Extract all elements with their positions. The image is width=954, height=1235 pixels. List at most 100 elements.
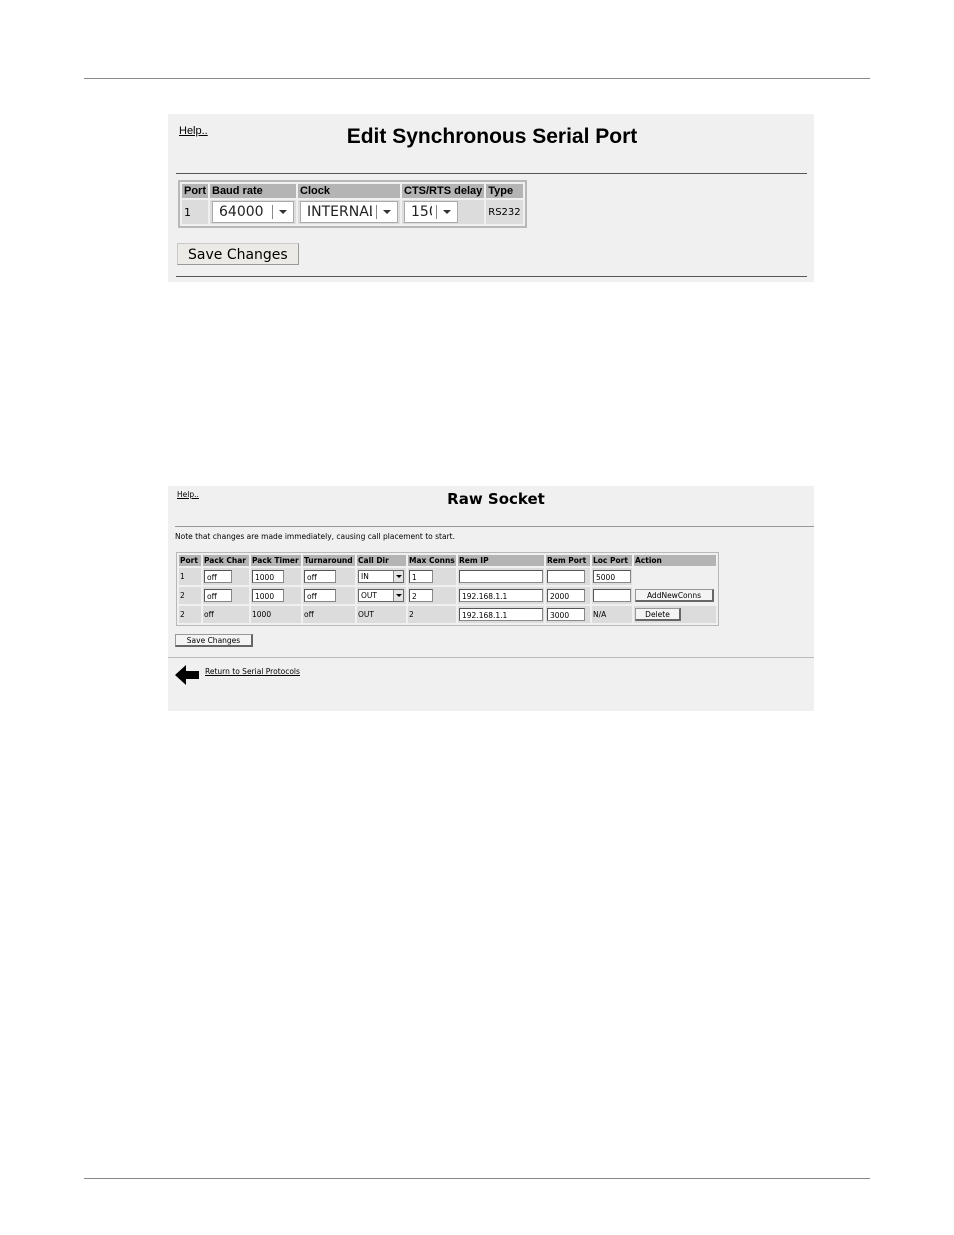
call-dir-cell: IN bbox=[357, 568, 406, 585]
rem-port-cell: 2000 bbox=[546, 587, 590, 604]
loc-port-input[interactable] bbox=[593, 589, 631, 602]
add-new-conns-button[interactable]: AddNewConns bbox=[635, 589, 714, 602]
chevron-down-icon bbox=[383, 210, 391, 214]
pack-char-cell: off bbox=[203, 587, 249, 604]
divider bbox=[168, 657, 814, 658]
baud-rate-value: 64000 bbox=[219, 204, 264, 220]
pack-timer-cell: 1000 bbox=[251, 606, 301, 623]
call-dir-value: IN bbox=[361, 572, 369, 581]
port-cell: 1 bbox=[179, 568, 201, 585]
rem-port-input[interactable]: 3000 bbox=[547, 608, 585, 621]
col-clock: Clock bbox=[298, 184, 400, 198]
col-pack-char: Pack Char bbox=[203, 555, 249, 566]
clock-select[interactable]: INTERNAL bbox=[300, 201, 398, 223]
col-loc-port: Loc Port bbox=[592, 555, 632, 566]
action-cell: Delete bbox=[634, 606, 716, 623]
baud-rate-select[interactable]: 64000 bbox=[212, 201, 294, 223]
delete-button[interactable]: Delete bbox=[635, 608, 681, 621]
col-max-conns: Max Conns bbox=[408, 555, 456, 566]
dropdown-button bbox=[393, 571, 403, 582]
pack-timer-input[interactable]: 1000 bbox=[252, 589, 284, 602]
chevron-down-icon bbox=[279, 210, 287, 214]
top-rule bbox=[84, 78, 870, 79]
pack-timer-cell: 1000 bbox=[251, 568, 301, 585]
col-baud-rate: Baud rate bbox=[210, 184, 296, 198]
chevron-down-icon bbox=[443, 210, 451, 214]
cts-rts-delay-value: 150 bbox=[411, 204, 432, 220]
col-port: Port bbox=[179, 555, 201, 566]
rem-ip-input[interactable]: 192.168.1.1 bbox=[459, 589, 543, 602]
col-port: Port bbox=[182, 184, 208, 198]
rem-ip-cell: 192.168.1.1 bbox=[458, 606, 544, 623]
action-cell bbox=[634, 568, 716, 585]
call-dir-cell: OUT bbox=[357, 606, 406, 623]
bottom-rule bbox=[84, 1178, 870, 1179]
save-changes-button[interactable]: Save Changes bbox=[177, 243, 299, 265]
max-conns-cell: 2 bbox=[408, 606, 456, 623]
port-cell: 2 bbox=[179, 587, 201, 604]
rem-ip-input[interactable] bbox=[459, 570, 543, 583]
save-changes-button[interactable]: Save Changes bbox=[175, 634, 253, 647]
serial-port-table: Port Baud rate Clock CTS/RTS delay Type … bbox=[178, 180, 527, 228]
table-row: 1 off 1000 off IN 1 5000 bbox=[179, 568, 716, 585]
max-conns-cell: 2 bbox=[408, 587, 456, 604]
col-pack-timer: Pack Timer bbox=[251, 555, 301, 566]
turnaround-cell: off bbox=[303, 606, 355, 623]
rem-ip-input[interactable]: 192.168.1.1 bbox=[459, 608, 543, 621]
cts-rts-delay-select[interactable]: 150 bbox=[404, 201, 458, 223]
rem-port-input[interactable] bbox=[547, 570, 585, 583]
clock-cell: INTERNAL bbox=[298, 200, 400, 224]
chevron-down-icon bbox=[395, 594, 402, 597]
dropdown-button bbox=[393, 590, 403, 601]
max-conns-input[interactable]: 1 bbox=[409, 570, 433, 583]
page-title: Raw Socket bbox=[447, 490, 545, 508]
divider bbox=[176, 173, 807, 174]
pack-char-input[interactable]: off bbox=[204, 589, 232, 602]
rem-port-cell bbox=[546, 568, 590, 585]
note-text: Note that changes are made immediately, … bbox=[175, 532, 455, 541]
pack-timer-input[interactable]: 1000 bbox=[252, 570, 284, 583]
loc-port-cell: N/A bbox=[592, 606, 632, 623]
turnaround-cell: off bbox=[303, 587, 355, 604]
action-cell: AddNewConns bbox=[634, 587, 716, 604]
baud-rate-cell: 64000 bbox=[210, 200, 296, 224]
col-turnaround: Turnaround bbox=[303, 555, 355, 566]
chevron-down-icon bbox=[395, 575, 402, 578]
port-cell: 1 bbox=[182, 200, 208, 224]
col-rem-ip: Rem IP bbox=[458, 555, 544, 566]
col-rem-port: Rem Port bbox=[546, 555, 590, 566]
call-dir-select[interactable]: IN bbox=[358, 570, 404, 583]
pack-char-input[interactable]: off bbox=[204, 570, 232, 583]
call-dir-value: OUT bbox=[361, 591, 377, 600]
rem-port-cell: 3000 bbox=[546, 606, 590, 623]
loc-port-input[interactable]: 5000 bbox=[593, 570, 631, 583]
rem-port-input[interactable]: 2000 bbox=[547, 589, 585, 602]
loc-port-cell bbox=[592, 587, 632, 604]
table-row: 1 64000 INTERNAL 150 bbox=[182, 200, 523, 224]
turnaround-input[interactable]: off bbox=[304, 589, 336, 602]
max-conns-input[interactable]: 2 bbox=[409, 589, 433, 602]
table-row: 2 off 1000 off OUT 2 192.168.1.1 3000 N/… bbox=[179, 606, 716, 623]
type-cell: RS232 bbox=[486, 200, 523, 224]
turnaround-input[interactable]: off bbox=[304, 570, 336, 583]
return-to-serial-protocols-link[interactable]: Return to Serial Protocols bbox=[205, 667, 300, 676]
rem-ip-cell: 192.168.1.1 bbox=[458, 587, 544, 604]
rem-ip-cell bbox=[458, 568, 544, 585]
cts-rts-delay-cell: 150 bbox=[402, 200, 485, 224]
table-header-row: Port Pack Char Pack Timer Turnaround Cal… bbox=[179, 555, 716, 566]
divider bbox=[176, 276, 807, 277]
select-separator bbox=[272, 205, 273, 219]
table-header-row: Port Baud rate Clock CTS/RTS delay Type bbox=[182, 184, 523, 198]
col-call-dir: Call Dir bbox=[357, 555, 406, 566]
pack-char-cell: off bbox=[203, 568, 249, 585]
sync-serial-port-panel: Help.. Edit Synchronous Serial Port Port… bbox=[168, 114, 814, 282]
port-cell: 2 bbox=[179, 606, 201, 623]
divider bbox=[175, 526, 814, 527]
call-dir-select[interactable]: OUT bbox=[358, 589, 404, 602]
select-separator bbox=[436, 205, 437, 219]
back-arrow-icon[interactable] bbox=[175, 665, 199, 685]
raw-socket-panel: Help.. Raw Socket Note that changes are … bbox=[168, 486, 814, 711]
raw-socket-table: Port Pack Char Pack Timer Turnaround Cal… bbox=[176, 552, 719, 626]
turnaround-cell: off bbox=[303, 568, 355, 585]
page-title: Edit Synchronous Serial Port bbox=[346, 125, 638, 148]
